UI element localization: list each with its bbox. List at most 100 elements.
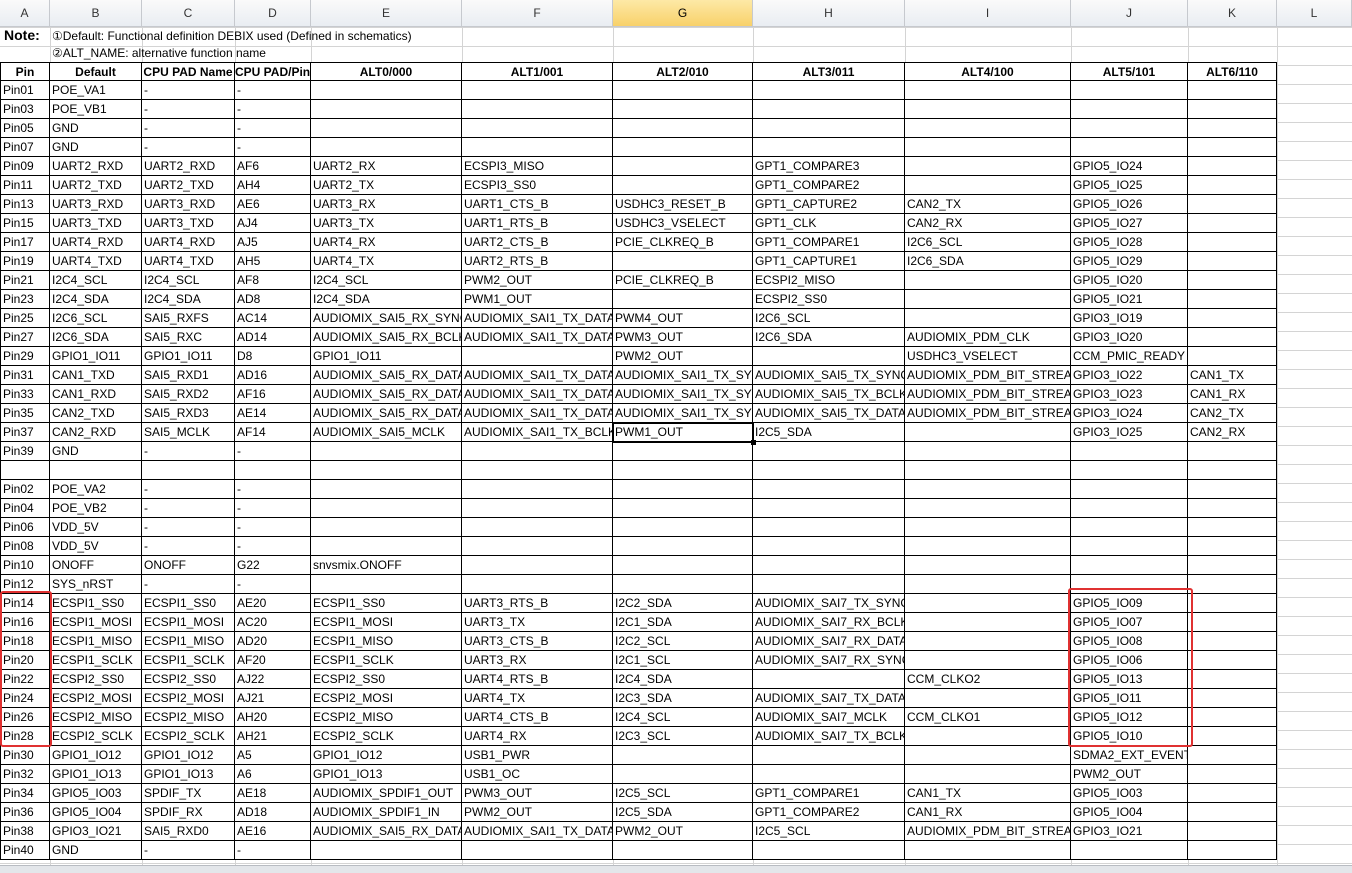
table-cell[interactable] bbox=[462, 499, 613, 518]
table-cell[interactable] bbox=[1188, 176, 1277, 195]
table-cell[interactable] bbox=[905, 423, 1071, 442]
table-cell[interactable]: GPIO1_IO13 bbox=[142, 765, 235, 784]
table-cell[interactable]: GPT1_COMPARE2 bbox=[753, 803, 905, 822]
table-cell[interactable]: I2C4_SCL bbox=[613, 708, 753, 727]
table-cell[interactable]: CCM_CLKO2 bbox=[905, 670, 1071, 689]
pin-cell[interactable]: Pin31 bbox=[0, 366, 50, 385]
pin-cell[interactable]: Pin21 bbox=[0, 271, 50, 290]
table-cell[interactable] bbox=[905, 689, 1071, 708]
header-cell[interactable]: ALT5/101 bbox=[1071, 62, 1188, 81]
table-cell[interactable]: GPIO3_IO22 bbox=[1071, 366, 1188, 385]
table-cell[interactable] bbox=[1188, 632, 1277, 651]
table-cell[interactable]: ONOFF bbox=[142, 556, 235, 575]
pin-cell[interactable]: Pin23 bbox=[0, 290, 50, 309]
table-cell[interactable] bbox=[1188, 195, 1277, 214]
table-cell[interactable] bbox=[905, 138, 1071, 157]
table-cell[interactable]: AC20 bbox=[235, 613, 311, 632]
table-cell[interactable]: - bbox=[142, 499, 235, 518]
table-cell[interactable]: USDHC3_VSELECT bbox=[613, 214, 753, 233]
table-cell[interactable]: ECSPI1_SS0 bbox=[50, 594, 142, 613]
table-cell[interactable]: GPT1_COMPARE1 bbox=[753, 233, 905, 252]
table-cell[interactable] bbox=[753, 442, 905, 461]
table-cell[interactable]: UART1_RTS_B bbox=[462, 214, 613, 233]
column-header-k[interactable]: K bbox=[1188, 0, 1277, 27]
table-cell[interactable] bbox=[1188, 271, 1277, 290]
table-cell[interactable] bbox=[1188, 461, 1277, 480]
column-header-a[interactable]: A bbox=[0, 0, 50, 27]
table-cell[interactable]: CAN1_RXD bbox=[50, 385, 142, 404]
table-cell[interactable]: UART3_TXD bbox=[50, 214, 142, 233]
table-cell[interactable]: UART4_RXD bbox=[142, 233, 235, 252]
table-cell[interactable]: AF16 bbox=[235, 385, 311, 404]
column-header-e[interactable]: E bbox=[311, 0, 462, 27]
table-cell[interactable] bbox=[1188, 708, 1277, 727]
table-cell[interactable] bbox=[462, 575, 613, 594]
table-cell[interactable]: CAN2_TX bbox=[1188, 404, 1277, 423]
table-cell[interactable]: I2C1_SCL bbox=[613, 651, 753, 670]
table-cell[interactable] bbox=[1188, 157, 1277, 176]
table-cell[interactable]: ECSPI1_MOSI bbox=[311, 613, 462, 632]
table-cell[interactable] bbox=[311, 537, 462, 556]
table-cell[interactable] bbox=[1188, 328, 1277, 347]
table-cell[interactable]: SAI5_MCLK bbox=[142, 423, 235, 442]
table-cell[interactable]: GND bbox=[50, 442, 142, 461]
pin-cell[interactable]: Pin19 bbox=[0, 252, 50, 271]
table-cell[interactable]: GPIO3_IO25 bbox=[1071, 423, 1188, 442]
pin-cell[interactable]: Pin02 bbox=[0, 480, 50, 499]
table-cell[interactable] bbox=[462, 119, 613, 138]
table-cell[interactable]: I2C5_SCL bbox=[613, 784, 753, 803]
table-cell[interactable]: PWM2_OUT bbox=[613, 822, 753, 841]
table-cell[interactable] bbox=[753, 138, 905, 157]
table-cell[interactable] bbox=[905, 575, 1071, 594]
table-cell[interactable] bbox=[1188, 670, 1277, 689]
table-cell[interactable] bbox=[905, 480, 1071, 499]
table-cell[interactable]: GPIO3_IO21 bbox=[50, 822, 142, 841]
table-cell[interactable]: - bbox=[235, 518, 311, 537]
pin-cell[interactable]: Pin37 bbox=[0, 423, 50, 442]
table-cell[interactable] bbox=[311, 518, 462, 537]
pin-cell[interactable]: Pin04 bbox=[0, 499, 50, 518]
table-cell[interactable] bbox=[613, 537, 753, 556]
table-cell[interactable]: CAN1_TX bbox=[905, 784, 1071, 803]
table-cell[interactable] bbox=[1188, 214, 1277, 233]
table-cell[interactable]: UART3_RX bbox=[311, 195, 462, 214]
pin-cell[interactable]: Pin33 bbox=[0, 385, 50, 404]
table-cell[interactable] bbox=[1188, 613, 1277, 632]
table-cell[interactable]: PWM2_OUT bbox=[1071, 765, 1188, 784]
table-cell[interactable]: VDD_5V bbox=[50, 537, 142, 556]
table-cell[interactable] bbox=[613, 442, 753, 461]
pin-cell[interactable]: Pin11 bbox=[0, 176, 50, 195]
table-cell[interactable]: AUDIOMIX_SAI7_RX_BCLK bbox=[753, 613, 905, 632]
table-cell[interactable]: GPIO1_IO12 bbox=[50, 746, 142, 765]
table-cell[interactable]: UART4_RX bbox=[311, 233, 462, 252]
table-cell[interactable] bbox=[1188, 252, 1277, 271]
table-cell[interactable] bbox=[142, 461, 235, 480]
table-cell[interactable]: I2C4_SDA bbox=[311, 290, 462, 309]
table-cell[interactable]: - bbox=[235, 442, 311, 461]
table-cell[interactable]: AC14 bbox=[235, 309, 311, 328]
table-cell[interactable]: I2C3_SCL bbox=[613, 727, 753, 746]
table-cell[interactable] bbox=[905, 518, 1071, 537]
table-cell[interactable]: UART2_CTS_B bbox=[462, 233, 613, 252]
table-cell[interactable] bbox=[311, 119, 462, 138]
table-cell[interactable]: GPT1_CLK bbox=[753, 214, 905, 233]
table-cell[interactable]: AUDIOMIX_SAI1_TX_DATA0 bbox=[462, 309, 613, 328]
table-cell[interactable]: AJ21 bbox=[235, 689, 311, 708]
table-cell[interactable]: CCM_PMIC_READY bbox=[1071, 347, 1188, 366]
pin-cell[interactable]: Pin07 bbox=[0, 138, 50, 157]
column-header-c[interactable]: C bbox=[142, 0, 235, 27]
pin-cell[interactable]: Pin10 bbox=[0, 556, 50, 575]
header-cell[interactable]: ALT1/001 bbox=[462, 62, 613, 81]
table-cell[interactable]: AF8 bbox=[235, 271, 311, 290]
table-cell[interactable] bbox=[905, 537, 1071, 556]
table-cell[interactable]: AUDIOMIX_SAI5_RX_DATA03 bbox=[311, 404, 462, 423]
table-cell[interactable]: AF14 bbox=[235, 423, 311, 442]
table-cell[interactable]: PWM4_OUT bbox=[613, 309, 753, 328]
table-cell[interactable] bbox=[1188, 499, 1277, 518]
table-cell[interactable]: GPIO3_IO23 bbox=[1071, 385, 1188, 404]
table-cell[interactable]: I2C3_SDA bbox=[613, 689, 753, 708]
table-cell[interactable] bbox=[462, 518, 613, 537]
table-cell[interactable] bbox=[462, 100, 613, 119]
table-cell[interactable]: UART3_RX bbox=[462, 651, 613, 670]
table-cell[interactable] bbox=[613, 290, 753, 309]
